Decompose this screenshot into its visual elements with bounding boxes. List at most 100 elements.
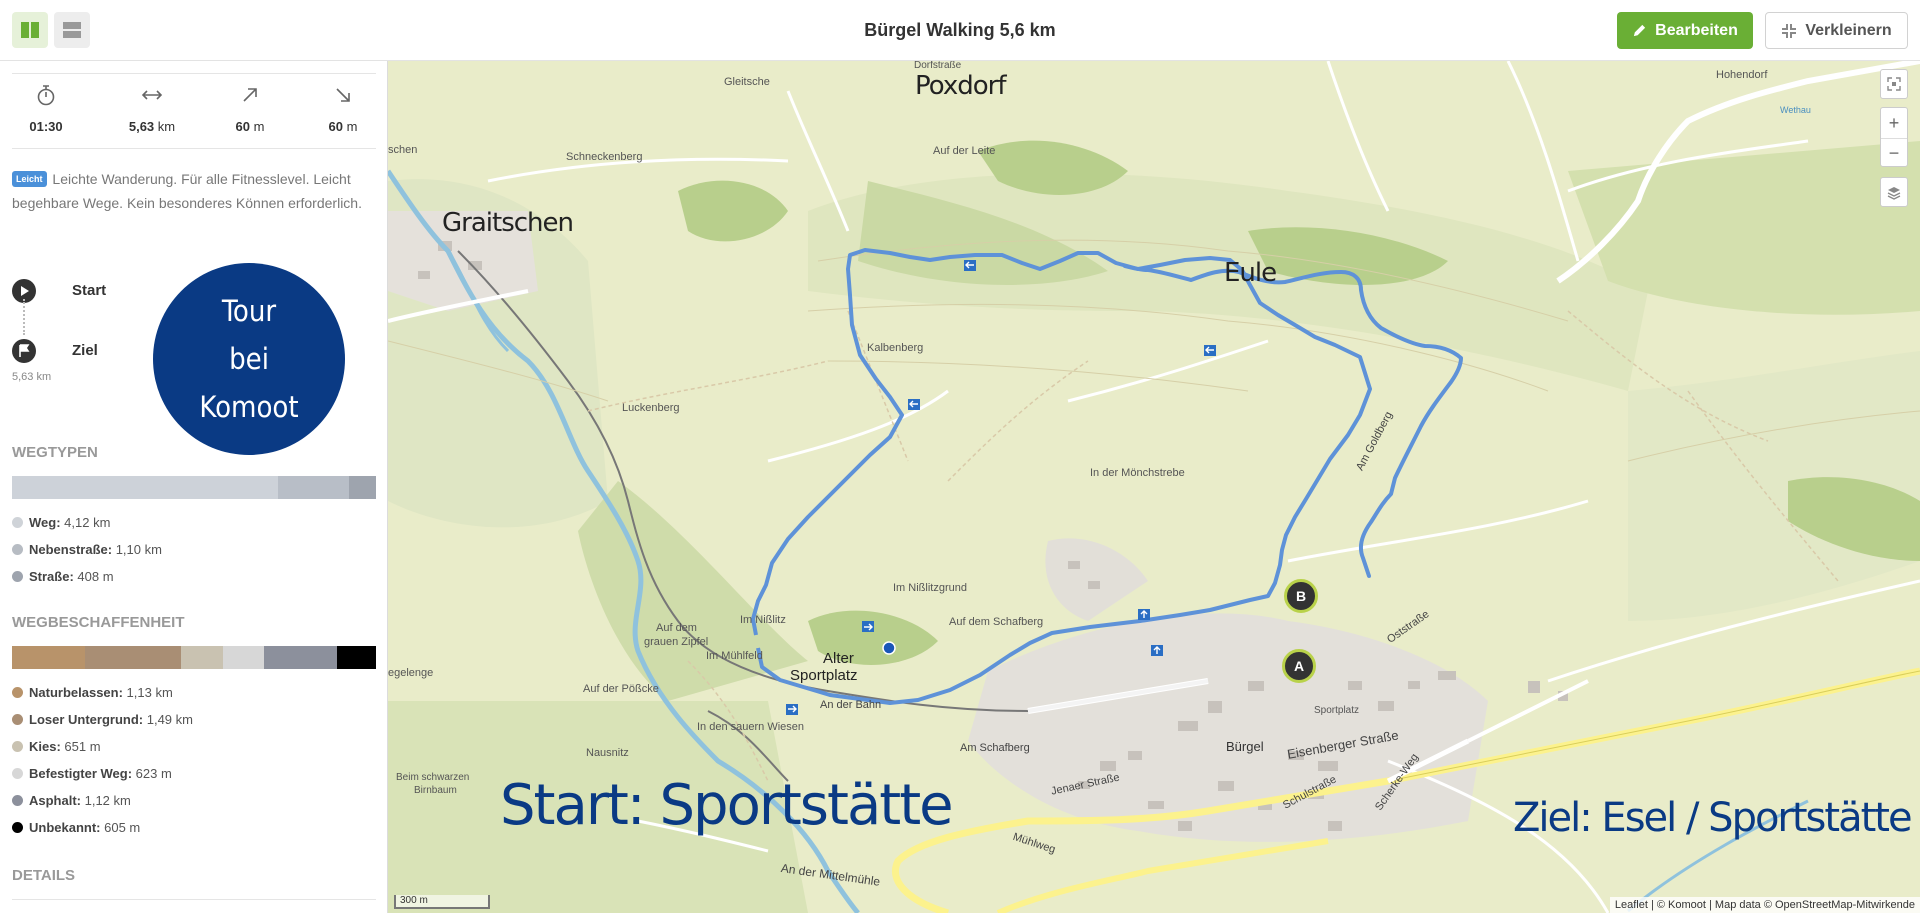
tour-badge-line1: Tour <box>221 294 277 328</box>
descent-value: 60 <box>328 119 343 134</box>
legend-dot-icon <box>12 741 23 752</box>
legend-item: Nebenstraße: 1,10 km <box>12 542 162 557</box>
legend-label: Naturbelassen: <box>29 685 123 700</box>
divider <box>12 899 376 900</box>
layers-button[interactable] <box>1880 177 1908 207</box>
descent-unit: m <box>346 119 358 134</box>
street-label: An der Bahn <box>820 699 882 711</box>
collapse-icon <box>1782 23 1797 38</box>
stacked-view-button[interactable] <box>54 12 90 48</box>
legend-dot-icon <box>12 517 23 528</box>
ascent-unit: m <box>253 119 265 134</box>
bar-segment <box>223 646 264 669</box>
town-label-graitschen: Graitschen <box>442 208 574 238</box>
zoom-in-button[interactable]: + <box>1881 108 1907 139</box>
place-label: Bürgel <box>1226 739 1264 754</box>
legend-value: 4,12 km <box>60 515 111 530</box>
legend-dot-icon <box>12 544 23 555</box>
place-label: Schneckenberg <box>566 151 643 163</box>
legend-dot-icon <box>12 571 23 582</box>
place-label: Sportplatz <box>790 667 858 684</box>
tour-badge-line2: bei <box>229 342 269 376</box>
ascent-value: 60 <box>235 119 250 134</box>
place-label: Auf dem Schafberg <box>949 616 1044 628</box>
bar-segment <box>349 476 376 499</box>
place-label: Im Nißlitz <box>740 614 786 626</box>
waypoint-end-label[interactable]: Ziel <box>72 342 98 359</box>
overlay-end-text: Ziel: Esel / Sportstätte <box>1513 795 1913 841</box>
place-label: egelenge <box>388 667 434 679</box>
bar-segment <box>84 646 182 669</box>
distance-value: 5,63 <box>128 119 155 134</box>
street-label: Am Schafberg <box>960 742 1030 754</box>
legend-label: Unbekannt: <box>29 820 101 835</box>
bar-segment <box>278 476 350 499</box>
bar-segment <box>181 646 224 669</box>
fullscreen-button[interactable] <box>1880 69 1908 99</box>
place-label: grauen Zipfel <box>644 636 709 648</box>
legend-label: Asphalt: <box>29 793 81 808</box>
zoom-out-button[interactable]: − <box>1881 139 1907 168</box>
map-attribution[interactable]: Leaflet | © Komoot | Map data © OpenStre… <box>1609 897 1920 913</box>
finish-flag-icon[interactable] <box>12 339 36 363</box>
wegtypen-heading: WEGTYPEN <box>12 444 98 461</box>
scale-bar: 300 m <box>394 895 490 909</box>
divider <box>12 148 376 149</box>
legend-dot-icon <box>12 687 23 698</box>
town-label-poxdorf: Poxdorf <box>915 71 1006 101</box>
waypoint-marker-b[interactable]: B <box>1284 579 1318 613</box>
edit-button[interactable]: Bearbeiten <box>1617 12 1753 49</box>
shrink-button-label: Verkleinern <box>1805 21 1892 39</box>
bar-segment <box>263 646 337 669</box>
legend-label: Befestigter Weg: <box>29 766 133 781</box>
wegtypen-bar <box>12 476 376 499</box>
place-label: Im Mühlfeld <box>706 650 763 662</box>
legend-item: Naturbelassen: 1,13 km <box>12 685 173 700</box>
tour-badge-line3: Komoot <box>199 390 299 424</box>
place-label: Auf der Leite <box>933 145 996 157</box>
place-label: Gleitsche <box>724 76 770 88</box>
legend-item: Unbekannt: 605 m <box>12 820 140 835</box>
waypoint-connector <box>23 299 25 335</box>
split-view-icon <box>21 22 39 38</box>
legend-label: Nebenstraße: <box>29 542 113 557</box>
wegbeschaffenheit-bar <box>12 646 376 669</box>
legend-label: Weg: <box>29 515 61 530</box>
split-view-button[interactable] <box>12 12 48 48</box>
stacked-view-icon <box>63 22 81 38</box>
bar-segment <box>336 646 376 669</box>
stat-distance: 5,63 km <box>107 84 197 134</box>
details-heading: DETAILS <box>12 867 76 884</box>
duration-value: 01:30 <box>29 119 63 134</box>
shrink-button[interactable]: Verkleinern <box>1765 12 1908 49</box>
legend-item: Loser Untergrund: 1,49 km <box>12 712 193 727</box>
place-label: In der Mönchstrebe <box>1090 467 1185 479</box>
wegbeschaffenheit-heading: WEGBESCHAFFENHEIT <box>12 614 185 631</box>
street-label: Wethau <box>1780 105 1811 115</box>
ascent-arrow-icon <box>243 88 257 102</box>
tour-sidebar: 01:30 5,63 km 60 m 60 m Leicht Leichte W… <box>0 61 388 913</box>
waypoint-start-label[interactable]: Start <box>72 282 106 299</box>
layers-icon <box>1887 187 1901 200</box>
pencil-icon <box>1634 24 1646 37</box>
legend-value: 1,12 km <box>81 793 131 808</box>
place-label: Alter <box>823 650 854 667</box>
distance-arrows-icon <box>141 90 163 100</box>
tour-badge-circle: Tour bei Komoot <box>153 263 345 455</box>
waypoint-distance: 5,63 km <box>12 371 52 383</box>
legend-value: 651 m <box>60 739 101 754</box>
map-view[interactable]: Poxdorf Graitschen Eule Gleitsche Dorfst… <box>388 61 1920 913</box>
difficulty-badge: Leicht <box>12 171 47 187</box>
place-label: Nausnitz <box>586 747 629 759</box>
town-label-eule: Eule <box>1224 258 1277 288</box>
stat-ascent: 60 m <box>205 84 295 134</box>
legend-item: Straße: 408 m <box>12 569 114 584</box>
legend-item: Weg: 4,12 km <box>12 515 110 530</box>
place-label: Hohendorf <box>1716 69 1768 81</box>
legend-dot-icon <box>12 822 23 833</box>
bar-segment <box>12 646 85 669</box>
place-label: Kalbenberg <box>867 342 924 354</box>
bar-segment <box>12 476 279 499</box>
waypoint-marker-a[interactable]: A <box>1282 649 1316 683</box>
distance-unit: km <box>157 119 176 134</box>
